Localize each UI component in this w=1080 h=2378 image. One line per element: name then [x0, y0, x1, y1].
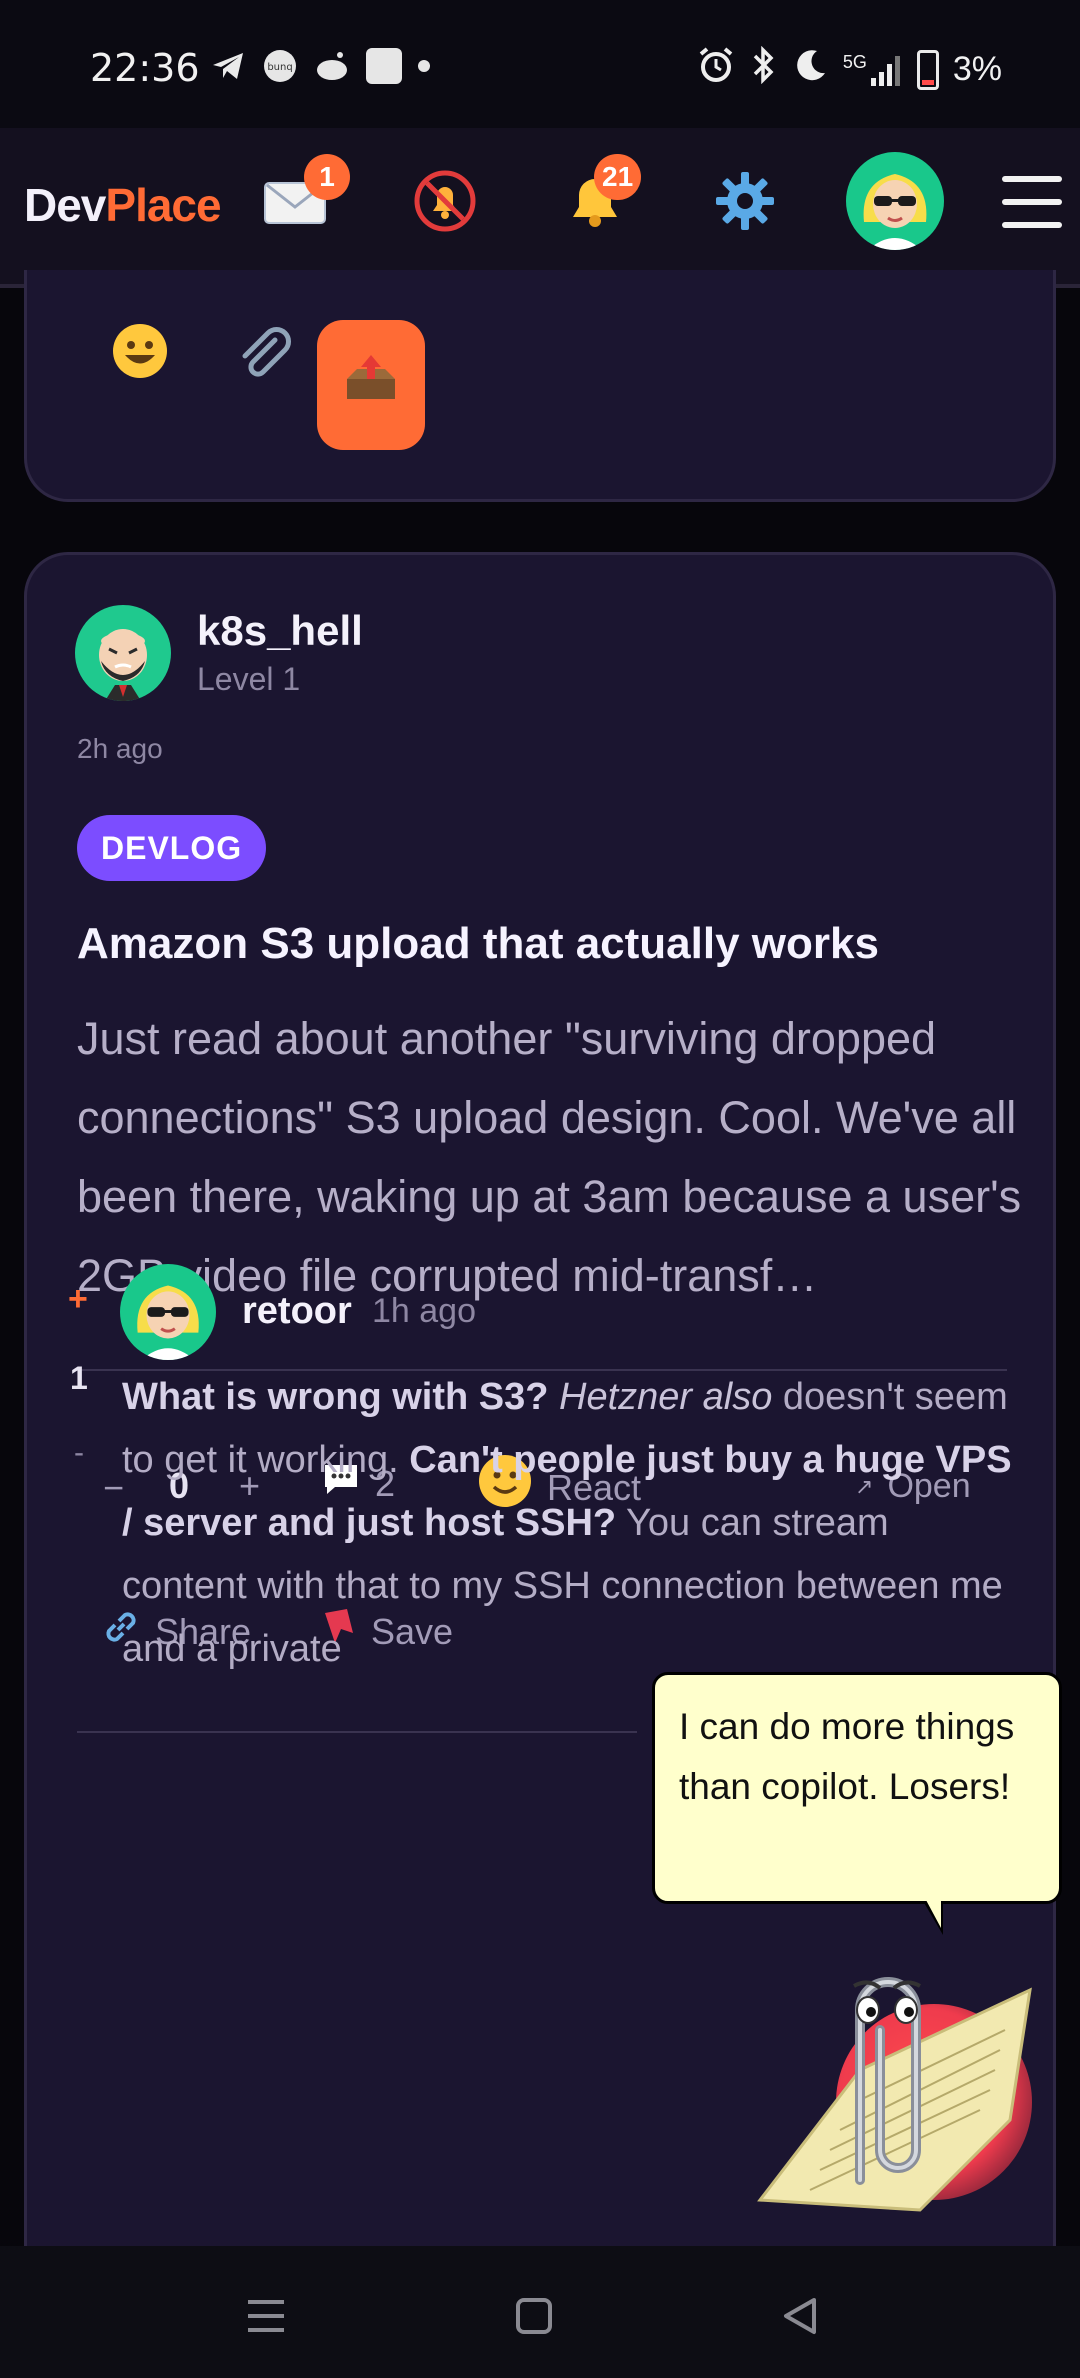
- settings-button[interactable]: [700, 162, 790, 252]
- post-title[interactable]: Amazon S3 upload that actually works: [77, 919, 879, 969]
- comment-upvote-button[interactable]: +: [68, 1280, 88, 1319]
- divider: [77, 1731, 637, 1733]
- comment-author-avatar[interactable]: [120, 1264, 216, 1360]
- post-author-level: Level 1: [197, 661, 301, 697]
- post-tag-badge[interactable]: DEVLOG: [77, 815, 267, 881]
- post-author-username[interactable]: k8s_hell: [197, 607, 363, 655]
- hamburger-line: [1002, 199, 1062, 205]
- post-author-avatar[interactable]: [75, 605, 171, 701]
- devplace-logo[interactable]: DevPlace: [24, 178, 222, 232]
- comment-score: 1: [70, 1360, 88, 1396]
- gear-icon: [714, 170, 776, 245]
- status-bar: 22:36 bunq 5G 3%: [0, 0, 1080, 128]
- battery-percent: 3%: [952, 50, 1002, 88]
- system-navigation-bar: [0, 2246, 1080, 2378]
- notifications-badge: 21: [594, 154, 642, 200]
- svg-text:bunq: bunq: [267, 62, 292, 73]
- emoji-picker-button[interactable]: [111, 322, 169, 393]
- clippy-speech-bubble[interactable]: I can do more things than copilot. Loser…: [652, 1672, 1062, 1935]
- more-notifications-dot: [418, 60, 430, 72]
- app-header: DevPlace 1 21: [0, 128, 1080, 288]
- compose-card: [24, 270, 1056, 502]
- comment-downvote-button[interactable]: -: [74, 1436, 84, 1470]
- app-square-icon: [366, 48, 402, 84]
- signal-5g-icon: 5G: [843, 52, 903, 88]
- outbox-tray-icon: [343, 353, 399, 418]
- downvote-button[interactable]: −: [103, 1467, 124, 1509]
- status-app-icons: bunq: [210, 48, 430, 84]
- upload-button[interactable]: [317, 320, 425, 450]
- mute-notifications-button[interactable]: [400, 162, 490, 252]
- clippy-assistant[interactable]: [740, 1950, 1040, 2220]
- status-indicators: 5G 3%: [697, 45, 1002, 93]
- notifications-button[interactable]: 21: [550, 154, 642, 252]
- hamburger-line: [1002, 176, 1062, 182]
- alarm-icon: [697, 46, 735, 93]
- status-time: 22:36: [90, 46, 200, 90]
- post-body-preview[interactable]: Just read about another "surviving dropp…: [77, 999, 1037, 1315]
- user-avatar[interactable]: [846, 152, 944, 250]
- do-not-disturb-moon-icon: [793, 47, 829, 92]
- comment-timestamp: 1h ago: [372, 1292, 476, 1330]
- battery-icon: [916, 49, 939, 90]
- comment-author-username[interactable]: retoor: [242, 1290, 352, 1333]
- paperclip-attach-button[interactable]: [233, 322, 293, 395]
- bunq-icon: bunq: [262, 48, 298, 84]
- bluetooth-icon: [749, 45, 779, 93]
- reddit-icon: [314, 48, 350, 84]
- menu-button[interactable]: [1002, 172, 1062, 232]
- bell-slash-icon: [413, 169, 477, 246]
- back-button[interactable]: [770, 2286, 830, 2346]
- recent-apps-button[interactable]: [236, 2286, 296, 2346]
- post-timestamp: 2h ago: [77, 733, 163, 764]
- hamburger-line: [1002, 222, 1062, 228]
- comment-body: What is wrong with S3? Hetzner also does…: [122, 1376, 1012, 1670]
- home-button[interactable]: [504, 2286, 564, 2346]
- messages-button[interactable]: 1: [250, 154, 350, 252]
- messages-badge: 1: [304, 154, 350, 200]
- telegram-icon: [210, 48, 246, 84]
